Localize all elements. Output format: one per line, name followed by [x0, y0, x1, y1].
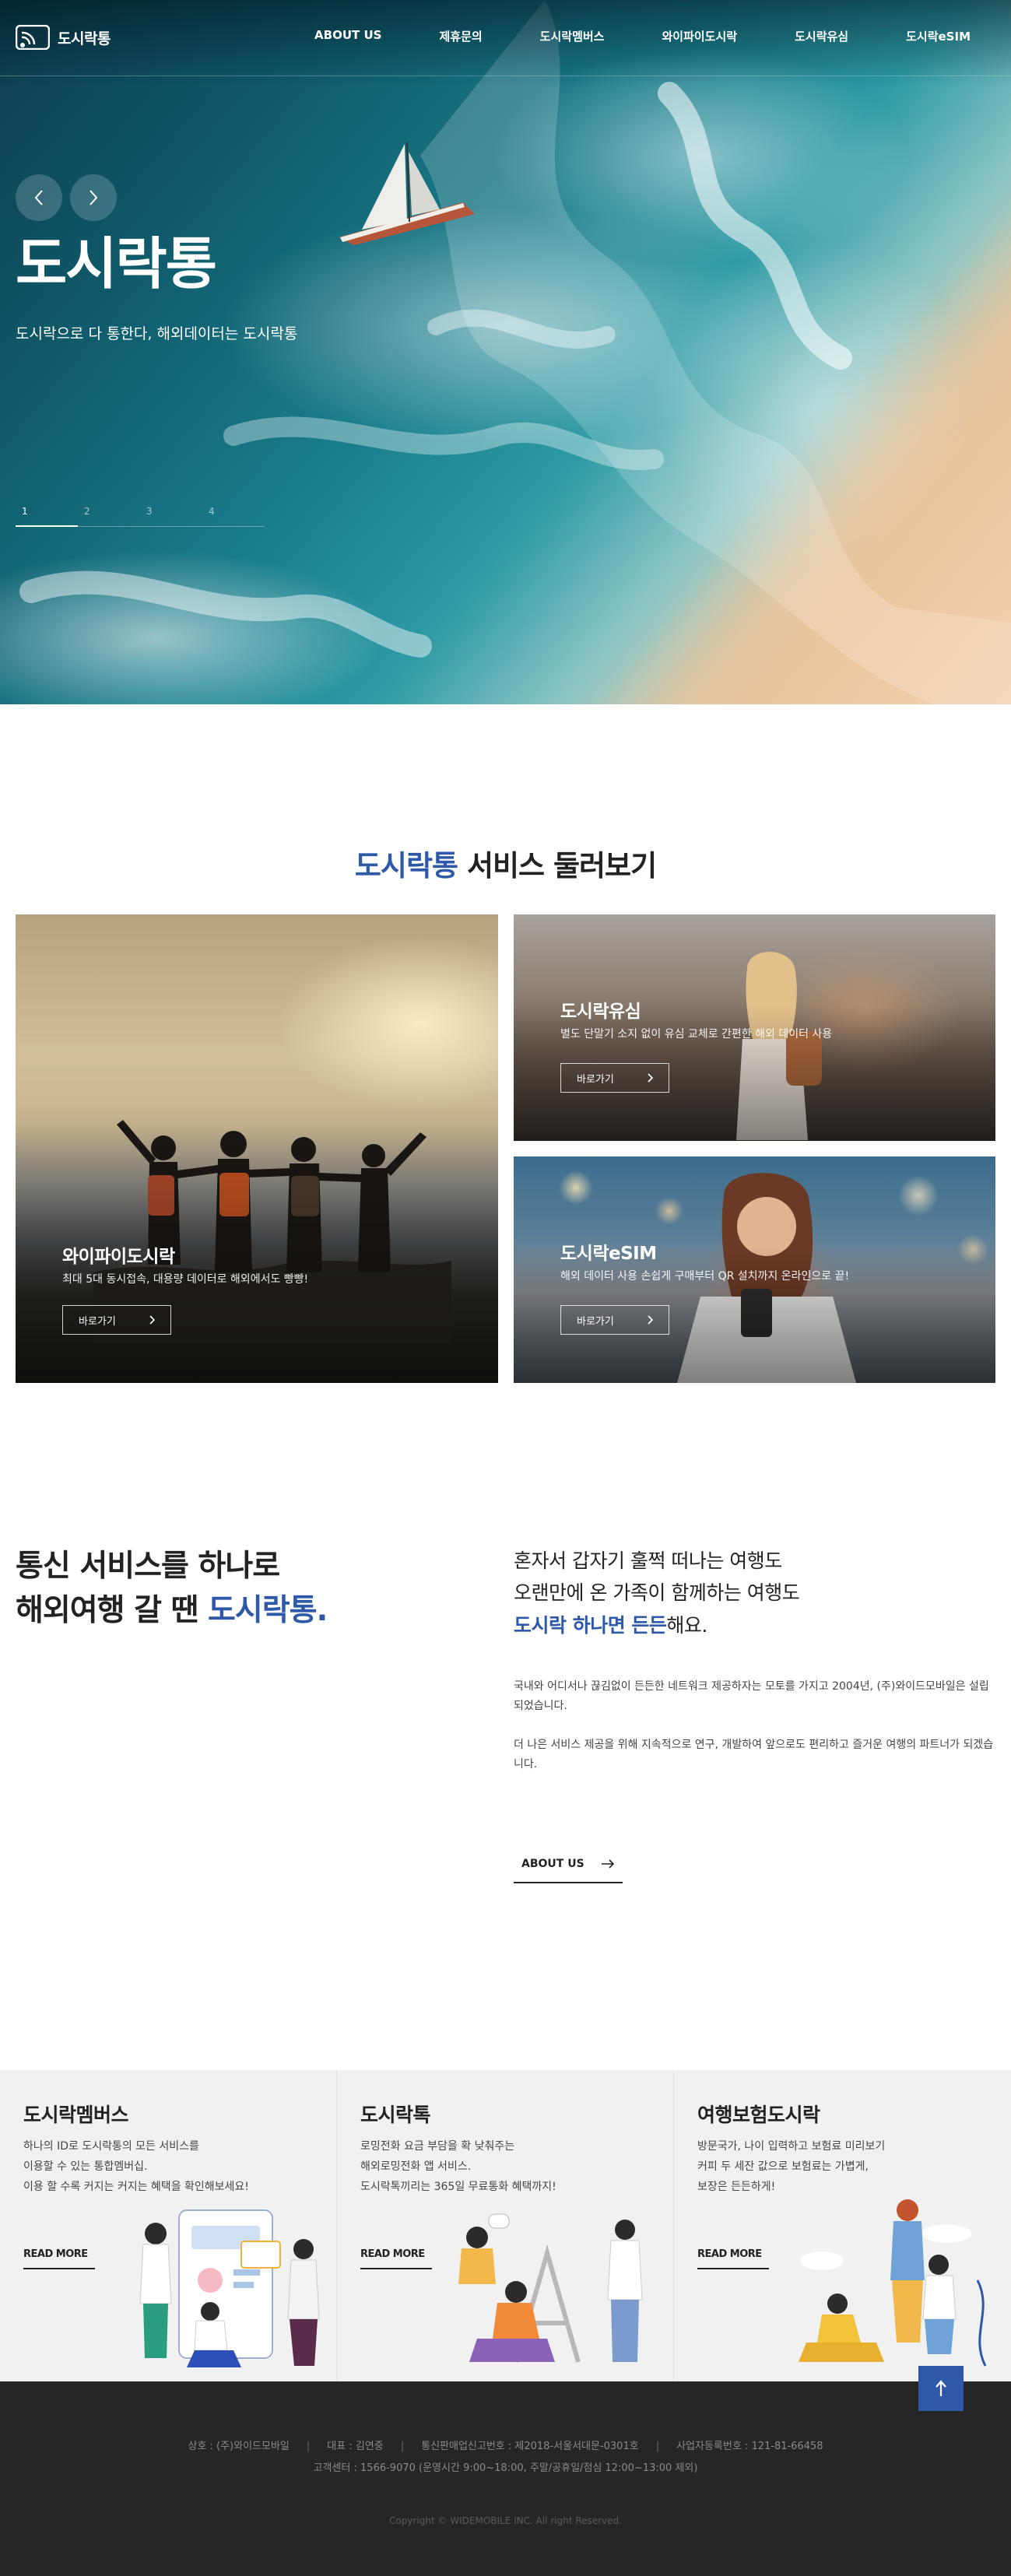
hero-wave-foam	[19, 0, 1011, 704]
card-go-button[interactable]: 바로가기	[560, 1063, 669, 1093]
about-us-label: ABOUT US	[521, 1858, 584, 1870]
card-go-label: 바로가기	[79, 1315, 116, 1328]
feature-description: 로밍전화 요금 부담을 확 낮춰주는 해외로밍전화 앱 서비스. 도시락톡끼리는…	[360, 2137, 556, 2198]
service-card-wifi[interactable]: 와이파이도시락 최대 5대 동시접속, 대용량 데이터로 해외에서도 빵빵! 바…	[16, 914, 498, 1383]
site-footer: 상호 : (주)와이드모바일 | 대표 : 김연중 | 통신판매업신고번호 : 제201…	[0, 2381, 1011, 2576]
hero-banner: 도시락통 ABOUT US 제휴문의 도시락멤버스 와이파이도시락 도시락유심 …	[0, 0, 1011, 704]
pager-item-3[interactable]: 3	[146, 506, 153, 517]
pager-item-2[interactable]: 2	[84, 506, 90, 517]
card-description: 별도 단말기 소지 없이 유심 교체로 간편한 해외 데이터 사용	[560, 1028, 833, 1041]
site-header: 도시락통 ABOUT US 제휴문의 도시락멤버스 와이파이도시락 도시락유심 …	[0, 0, 1011, 76]
footer-separator: |	[400, 2441, 405, 2452]
nav-esim[interactable]: 도시락eSIM	[906, 28, 971, 44]
hero-prev-button[interactable]	[16, 174, 62, 221]
feature-insurance: 여행보험도시락 방문국가, 나이 입력하고 보험료 미리보기 커피 두 세잔 값…	[674, 2070, 1011, 2381]
card-description: 해외 데이터 사용 손쉽게 구매부터 QR 설치까지 온라인으로 끝!	[560, 1270, 850, 1283]
about-heading-accent: 도시락통.	[208, 1592, 328, 1628]
pager-progress-track	[16, 525, 265, 527]
site-logo[interactable]: 도시락통	[16, 25, 111, 50]
nav-members[interactable]: 도시락멤버스	[540, 28, 605, 44]
about-lead-accent: 도시락 하나면 든든	[514, 1613, 667, 1637]
about-lead-line1: 혼자서 갑자기 훌쩍 떠나는 여행도	[514, 1549, 782, 1572]
about-lead: 혼자서 갑자기 훌쩍 떠나는 여행도 오랜만에 온 가족이 함께하는 여행도 도…	[514, 1545, 800, 1641]
card-title: 와이파이도시락	[62, 1247, 175, 1267]
talk-illustration	[458, 2213, 643, 2363]
services-title-rest: 서비스 둘러보기	[458, 849, 657, 883]
read-more-button[interactable]: READ MORE	[23, 2240, 95, 2269]
pager-item-4[interactable]: 4	[209, 506, 215, 517]
about-heading-line1: 통신 서비스를 하나로	[16, 1549, 280, 1584]
card-go-button[interactable]: 바로가기	[560, 1305, 669, 1335]
chevron-right-icon	[90, 190, 98, 205]
feature-title: 도시락멤버스	[23, 2104, 129, 2126]
feature-desc-line: 이용 할 수록 커지는 커지는 혜택을 확인해보세요!	[23, 2180, 249, 2193]
footer-copyright: Copyright © WIDEMOBILE INC. All right Re…	[388, 2515, 623, 2526]
feature-desc-line: 보장은 든든하게!	[697, 2180, 776, 2193]
footer-separator: |	[655, 2441, 660, 2452]
hero-subtitle: 도시락으로 다 통한다, 해외데이터는 도시락통	[16, 325, 298, 342]
main-nav: ABOUT US 제휴문의 도시락멤버스 와이파이도시락 도시락유심 도시락eS…	[257, 28, 971, 44]
chevron-right-icon	[149, 1315, 155, 1325]
chevron-right-icon	[648, 1073, 653, 1083]
feature-desc-line: 해외로밍전화 앱 서비스.	[360, 2160, 472, 2173]
card-go-button[interactable]: 바로가기	[62, 1305, 171, 1335]
nav-wifi-dosirak[interactable]: 와이파이도시락	[662, 28, 737, 44]
nav-about-us[interactable]: ABOUT US	[314, 28, 381, 44]
card-go-label: 바로가기	[577, 1315, 614, 1328]
footer-company: 상호 : (주)와이드모바일	[188, 2441, 290, 2452]
pager-item-1[interactable]: 1	[22, 506, 28, 517]
nav-usim[interactable]: 도시락유심	[795, 28, 848, 44]
card-go-label: 바로가기	[577, 1073, 614, 1086]
feature-desc-line: 커피 두 세잔 값으로 보험료는 가볍게,	[697, 2160, 869, 2173]
service-card-usim[interactable]: 도시락유심 별도 단말기 소지 없이 유심 교체로 간편한 해외 데이터 사용 …	[514, 914, 995, 1141]
about-heading: 통신 서비스를 하나로해외여행 갈 땐 도시락통.	[16, 1545, 328, 1633]
feature-desc-line: 이용할 수 있는 통합멤버십.	[23, 2160, 148, 2173]
about-us-button[interactable]: ABOUT US	[514, 1846, 623, 1883]
footer-company-info: 상호 : (주)와이드모바일 | 대표 : 김연중 | 통신판매업신고번호 : 제201…	[0, 2437, 1011, 2452]
hero-title: 도시락통	[16, 231, 217, 297]
feature-title: 여행보험도시락	[697, 2104, 820, 2126]
arrow-up-icon	[936, 2380, 946, 2396]
services-title: 도시락통 서비스 둘러보기	[0, 842, 1011, 884]
feature-talk: 도시락톡 로밍전화 요금 부담을 확 낮춰주는 해외로밍전화 앱 서비스. 도시…	[337, 2070, 674, 2381]
arrow-right-icon	[602, 1859, 615, 1869]
hero-pagination: 1 2 3 4	[16, 506, 265, 529]
read-more-button[interactable]: READ MORE	[360, 2240, 432, 2269]
feature-desc-line: 도시락톡끼리는 365일 무료통화 혜택까지!	[360, 2180, 556, 2193]
feature-members: 도시락멤버스 하나의 ID로 도시락통의 모든 서비스를 이용할 수 있는 통합…	[0, 2070, 337, 2381]
nav-partnership[interactable]: 제휴문의	[439, 28, 482, 44]
feature-strip: 도시락멤버스 하나의 ID로 도시락통의 모든 서비스를 이용할 수 있는 통합…	[0, 2070, 1011, 2381]
read-more-button[interactable]: READ MORE	[697, 2240, 769, 2269]
service-card-esim[interactable]: 도시락eSIM 해외 데이터 사용 손쉽게 구매부터 QR 설치까지 온라인으로…	[514, 1156, 995, 1383]
about-paragraph-2: 더 나은 서비스 제공을 위해 지속적으로 연구, 개발하여 앞으로도 편리하고…	[514, 1739, 994, 1771]
logo-text: 도시락통	[58, 30, 111, 47]
card-title: 도시락유심	[560, 1002, 641, 1022]
logo-icon	[16, 25, 50, 50]
feature-description: 하나의 ID로 도시락통의 모든 서비스를 이용할 수 있는 통합멤버십. 이용…	[23, 2137, 249, 2198]
pager-progress-fill	[16, 525, 78, 527]
scroll-top-button[interactable]	[918, 2366, 964, 2411]
insurance-illustration	[799, 2199, 987, 2367]
about-lead-line3: 해요.	[666, 1613, 707, 1637]
hero-next-button[interactable]	[70, 174, 117, 221]
about-heading-line2: 해외여행 갈 땐	[16, 1592, 209, 1628]
sailboat-image	[339, 142, 475, 245]
chevron-right-icon	[648, 1315, 653, 1325]
chevron-left-icon	[34, 190, 43, 205]
about-lead-line2: 오랜만에 온 가족이 함께하는 여행도	[514, 1581, 800, 1605]
feature-desc-line: 하나의 ID로 도시락통의 모든 서비스를	[23, 2140, 199, 2153]
about-paragraph-1: 국내와 어디서나 끊김없이 든든한 네트워크 제공하자는 모토를 가지고 200…	[514, 1680, 989, 1712]
services-title-accent: 도시락통	[354, 849, 458, 883]
feature-title: 도시락톡	[360, 2104, 431, 2126]
footer-separator: |	[306, 2441, 311, 2452]
feature-desc-line: 방문국가, 나이 입력하고 보험료 미리보기	[697, 2140, 886, 2153]
footer-customer-center: 고객센터 : 1566-9070 (운영시간 9:00~18:00, 주말/공휴…	[313, 2462, 698, 2474]
footer-biz-no: 사업자등록번호 : 121-81-66458	[676, 2441, 823, 2452]
feature-desc-line: 로밍전화 요금 부담을 확 낮춰주는	[360, 2140, 515, 2153]
card-title: 도시락eSIM	[560, 1244, 657, 1264]
members-illustration	[139, 2209, 320, 2367]
footer-mail-order: 통신판매업신고번호 : 제2018-서울서대문-0301호	[421, 2441, 639, 2452]
card-description: 최대 5대 동시접속, 대용량 데이터로 해외에서도 빵빵!	[62, 1273, 309, 1286]
footer-ceo: 대표 : 김연중	[327, 2441, 384, 2452]
